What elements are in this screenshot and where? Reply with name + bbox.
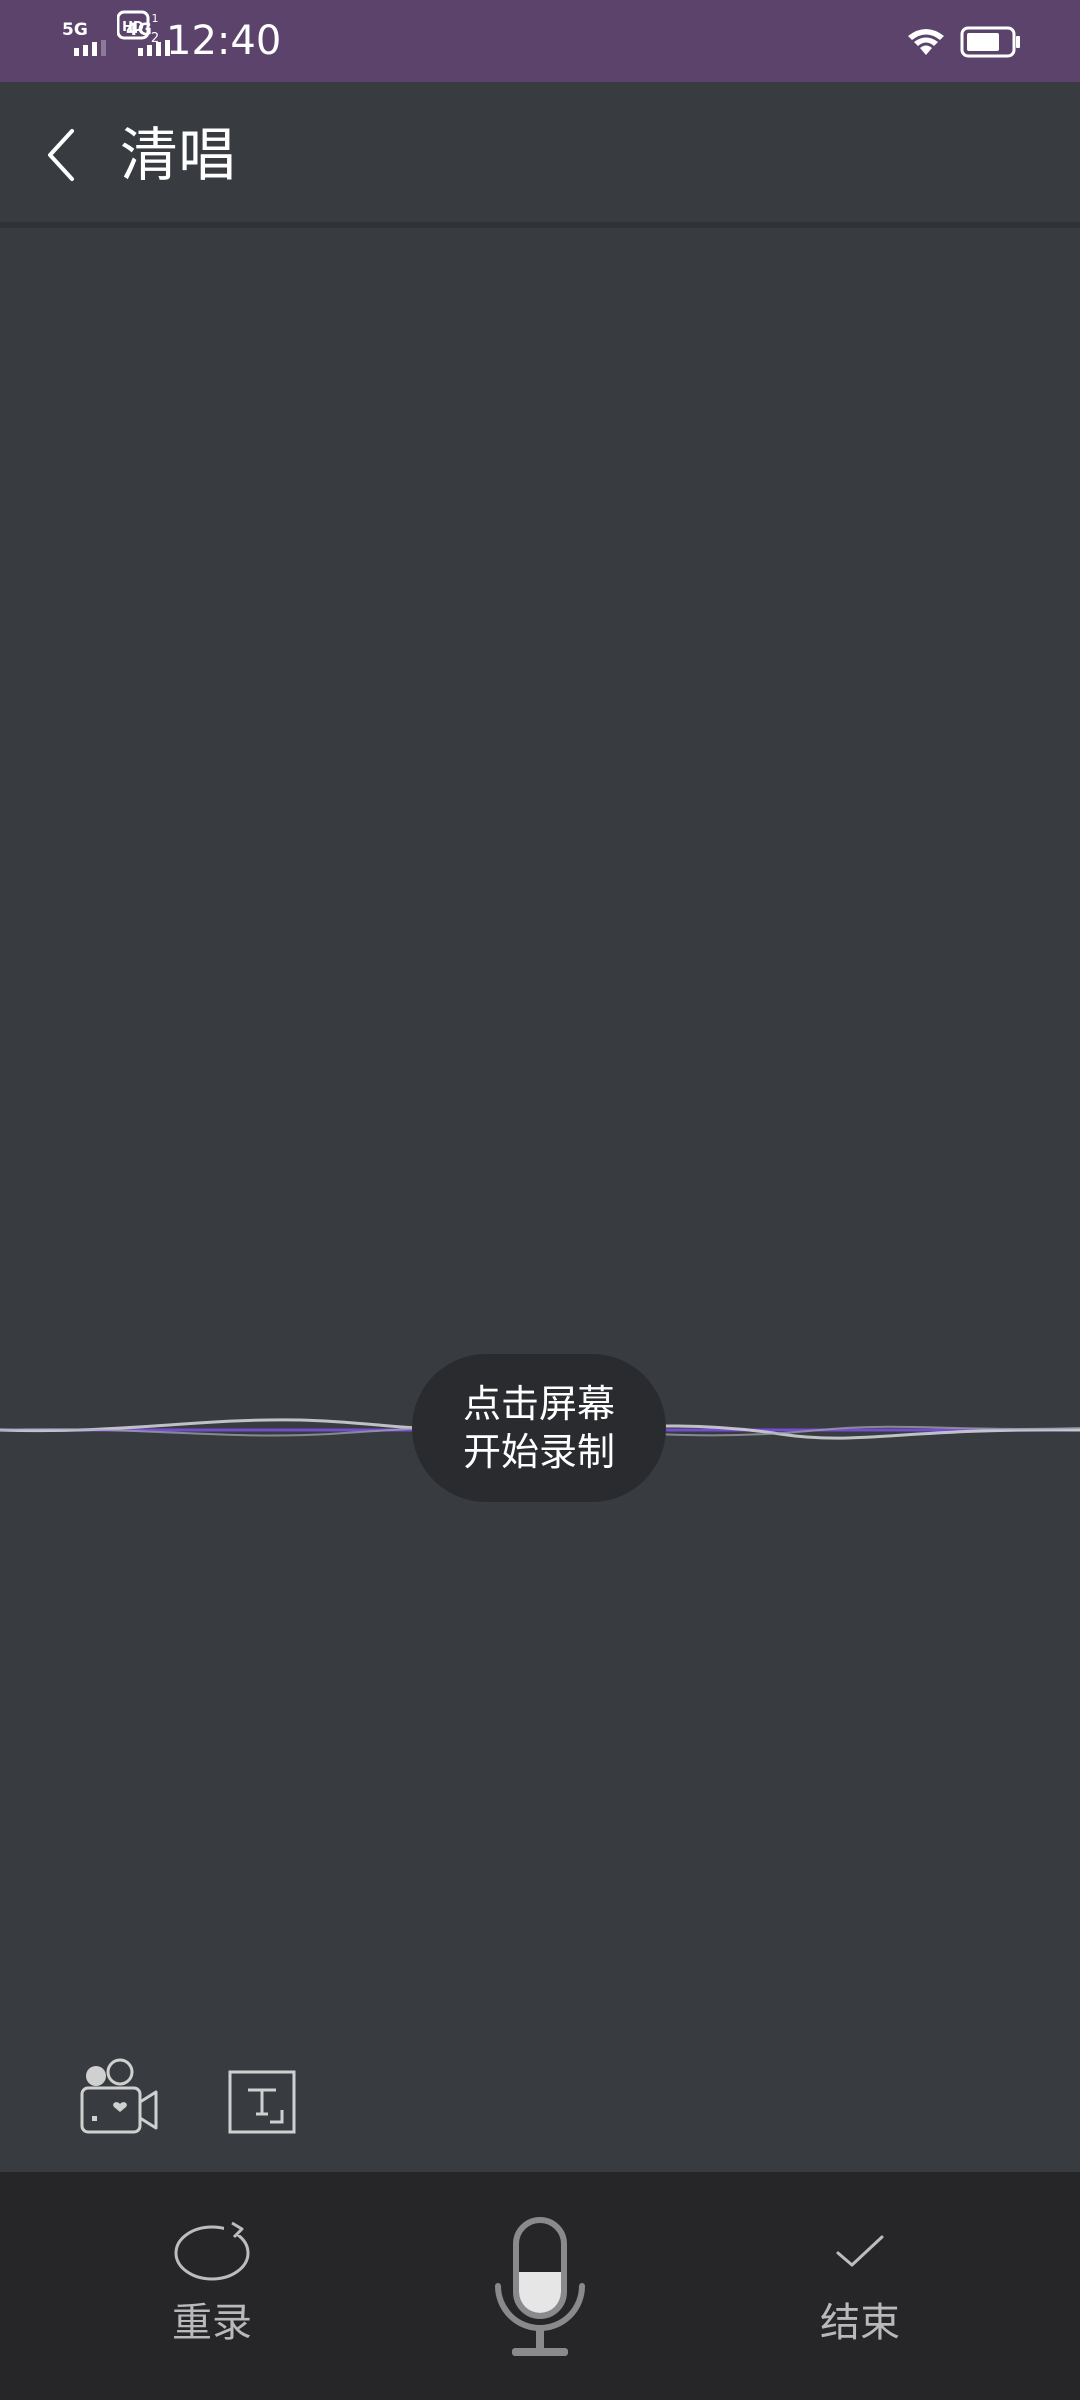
check-icon	[832, 2216, 888, 2286]
status-right	[906, 22, 1022, 62]
status-bar: 5G 4G HD 1 2 12:40	[0, 0, 1080, 82]
rerecord-label: 重录	[172, 2300, 252, 2346]
record-stage[interactable]: 点击屏幕 开始录制	[0, 228, 1080, 2172]
video-camera-button[interactable]	[78, 2058, 162, 2138]
finish-button[interactable]: 结束	[800, 2172, 920, 2400]
hd-voice-icon: HD 1 2	[116, 8, 161, 50]
hint-line-2: 开始录制	[462, 1430, 615, 1474]
finish-label: 结束	[820, 2300, 900, 2346]
hd-sub: 2	[151, 31, 159, 46]
svg-text:1: 1	[152, 12, 159, 25]
wifi-icon	[908, 29, 944, 55]
bottom-bar: 重录 结束	[0, 2172, 1080, 2400]
rerecord-button[interactable]: 重录	[152, 2172, 272, 2400]
lyrics-text-button[interactable]	[226, 2068, 298, 2136]
page-title: 清唱	[120, 121, 237, 189]
signal-5g-icon: 5G	[60, 18, 118, 64]
network-label-5g: 5G	[62, 20, 88, 40]
hint-line-1: 点击屏幕	[462, 1382, 615, 1426]
video-camera-icon	[80, 2058, 158, 2134]
clock: 12:40	[166, 18, 282, 64]
tap-to-record-hint[interactable]: 点击屏幕 开始录制	[412, 1354, 666, 1502]
record-mic-button[interactable]	[490, 2216, 590, 2360]
svg-text:HD: HD	[122, 20, 144, 35]
rerecord-icon	[172, 2216, 252, 2286]
text-lyrics-icon	[228, 2070, 296, 2134]
chevron-left-icon	[48, 129, 74, 181]
microphone-icon	[495, 2217, 585, 2356]
battery-icon	[960, 26, 1020, 58]
back-button[interactable]	[36, 122, 86, 188]
header: 清唱	[0, 82, 1080, 224]
